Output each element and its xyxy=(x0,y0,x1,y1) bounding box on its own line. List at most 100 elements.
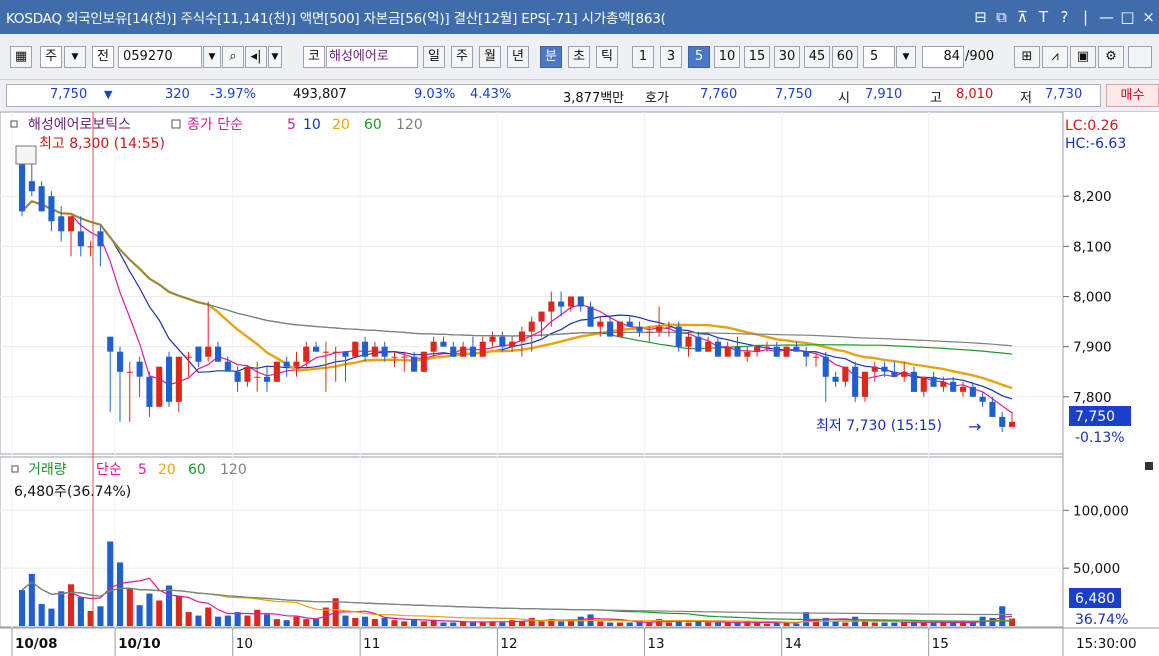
vma20-label: 20 xyxy=(158,462,176,478)
ma120-label: 120 xyxy=(396,117,423,133)
candle-body xyxy=(97,231,104,247)
period-minute[interactable]: 분 xyxy=(540,46,562,68)
code-input[interactable]: 059270 xyxy=(118,46,202,68)
vma60-label: 60 xyxy=(188,462,206,478)
x-tick-label: 10/10 xyxy=(118,636,161,652)
minute-1[interactable]: 1 xyxy=(632,46,654,68)
candle-body xyxy=(77,231,84,247)
candle-body xyxy=(597,321,604,327)
market-select[interactable]: 주 xyxy=(40,46,62,68)
market-dropdown-icon[interactable]: ▼ xyxy=(64,46,86,68)
candle-body xyxy=(714,341,721,357)
corp-prefix[interactable]: 코 xyxy=(303,46,325,68)
candle-body xyxy=(136,361,143,377)
volume-bar xyxy=(224,615,231,626)
close-icon[interactable]: × xyxy=(1138,8,1159,26)
candle-body xyxy=(175,356,182,402)
volume-bar xyxy=(616,622,623,626)
volume-bar xyxy=(362,616,369,626)
interval-dropdown-icon[interactable]: ▼ xyxy=(896,46,916,68)
save-icon[interactable]: ▣ xyxy=(1070,46,1096,68)
candle-body xyxy=(616,321,623,337)
code-dropdown-icon[interactable]: ▼ xyxy=(203,46,221,68)
volume-bar xyxy=(646,622,653,626)
candle-body xyxy=(528,321,535,332)
minute-30[interactable]: 30 xyxy=(774,46,800,68)
price-change-pct: -3.97% xyxy=(210,87,256,102)
period-tick[interactable]: 틱 xyxy=(596,46,618,68)
candle-body xyxy=(940,381,947,387)
minute-15[interactable]: 15 xyxy=(744,46,770,68)
layout-icon[interactable]: ⊟ xyxy=(970,8,991,26)
volume-bar xyxy=(391,620,398,626)
candle-body xyxy=(479,341,486,357)
checkbox-icon[interactable] xyxy=(1128,46,1152,68)
count-input[interactable]: 84 xyxy=(922,46,964,68)
period-year[interactable]: 년 xyxy=(507,46,529,68)
maximize-icon[interactable]: □ xyxy=(1117,8,1138,26)
candle-body xyxy=(950,381,957,392)
calendar-icon[interactable] xyxy=(15,145,37,165)
bar-type-icon[interactable]: ⊞ xyxy=(1014,46,1040,68)
period-day[interactable]: 일 xyxy=(423,46,445,68)
period-week[interactable]: 주 xyxy=(451,46,473,68)
candlestick-chart[interactable]: 8,200 8,100 8,000 7,900 7,800 100,000 50,000 10… xyxy=(0,112,1159,656)
sound-icon[interactable]: ◂| xyxy=(245,46,267,68)
chart-settings-icon[interactable]: ▦ xyxy=(10,46,32,68)
volume-bar xyxy=(469,622,476,626)
x-tick-label: 13 xyxy=(647,636,664,652)
gear-icon[interactable]: ⚙ xyxy=(1098,46,1124,68)
period-second[interactable]: 초 xyxy=(568,46,590,68)
open-price: 7,910 xyxy=(865,87,903,102)
candle-body xyxy=(371,346,378,357)
font-size-icon[interactable]: T xyxy=(1033,8,1054,26)
candle-body xyxy=(126,371,133,373)
minute-45[interactable]: 45 xyxy=(804,46,830,68)
candle-body xyxy=(195,346,202,362)
legend-box-icon[interactable] xyxy=(171,119,181,129)
indicator-icon[interactable]: ⩘ xyxy=(1042,46,1068,68)
price-tag-value: 7,750 xyxy=(1075,409,1115,425)
candle-body xyxy=(705,341,712,352)
period-prefix[interactable]: 전 xyxy=(92,46,114,68)
panel-close-icon[interactable] xyxy=(1145,462,1153,470)
volume-bar xyxy=(607,622,614,626)
volume-bar xyxy=(401,621,408,626)
x-time-label: 15:30:00 xyxy=(1076,636,1137,652)
volume-bar xyxy=(695,621,702,626)
company-name[interactable]: 해성에어로 xyxy=(326,46,418,68)
minute-10[interactable]: 10 xyxy=(714,46,740,68)
volume-bar xyxy=(793,623,800,626)
minimize-icon[interactable]: — xyxy=(1096,8,1117,26)
volume-bar xyxy=(705,622,712,626)
volume-bar xyxy=(205,607,212,626)
high-price: 8,010 xyxy=(956,87,994,102)
candle-body xyxy=(548,301,555,312)
buy-button[interactable]: 매수 xyxy=(1106,84,1159,107)
interval-input[interactable]: 5 xyxy=(863,46,895,68)
sound-dropdown-icon[interactable]: ▼ xyxy=(268,46,282,68)
candle-body xyxy=(332,351,339,353)
x-tick-label: 12 xyxy=(500,636,517,652)
minute-3[interactable]: 3 xyxy=(660,46,682,68)
candle-body xyxy=(793,346,800,352)
help-icon[interactable]: ? xyxy=(1054,8,1075,26)
candle-body xyxy=(244,366,251,382)
period-month[interactable]: 월 xyxy=(479,46,501,68)
link-window-icon[interactable]: ⧉ xyxy=(991,8,1012,26)
candle-body xyxy=(215,346,222,362)
search-icon[interactable]: ⌕ xyxy=(222,46,244,68)
candle-body xyxy=(861,371,868,397)
minute-60[interactable]: 60 xyxy=(832,46,858,68)
volume-bar xyxy=(724,622,731,626)
candle-body xyxy=(38,186,45,212)
volume-bar xyxy=(371,619,378,626)
candle-body xyxy=(107,336,114,352)
volume-bar xyxy=(215,616,222,626)
volume-bar xyxy=(342,615,349,626)
volume-bar xyxy=(97,606,104,626)
minute-5[interactable]: 5 xyxy=(688,46,710,68)
pin-icon[interactable]: ⊼ xyxy=(1012,8,1033,26)
price-tick-label: 8,200 xyxy=(1073,189,1112,205)
ma10-label: 10 xyxy=(303,117,321,133)
